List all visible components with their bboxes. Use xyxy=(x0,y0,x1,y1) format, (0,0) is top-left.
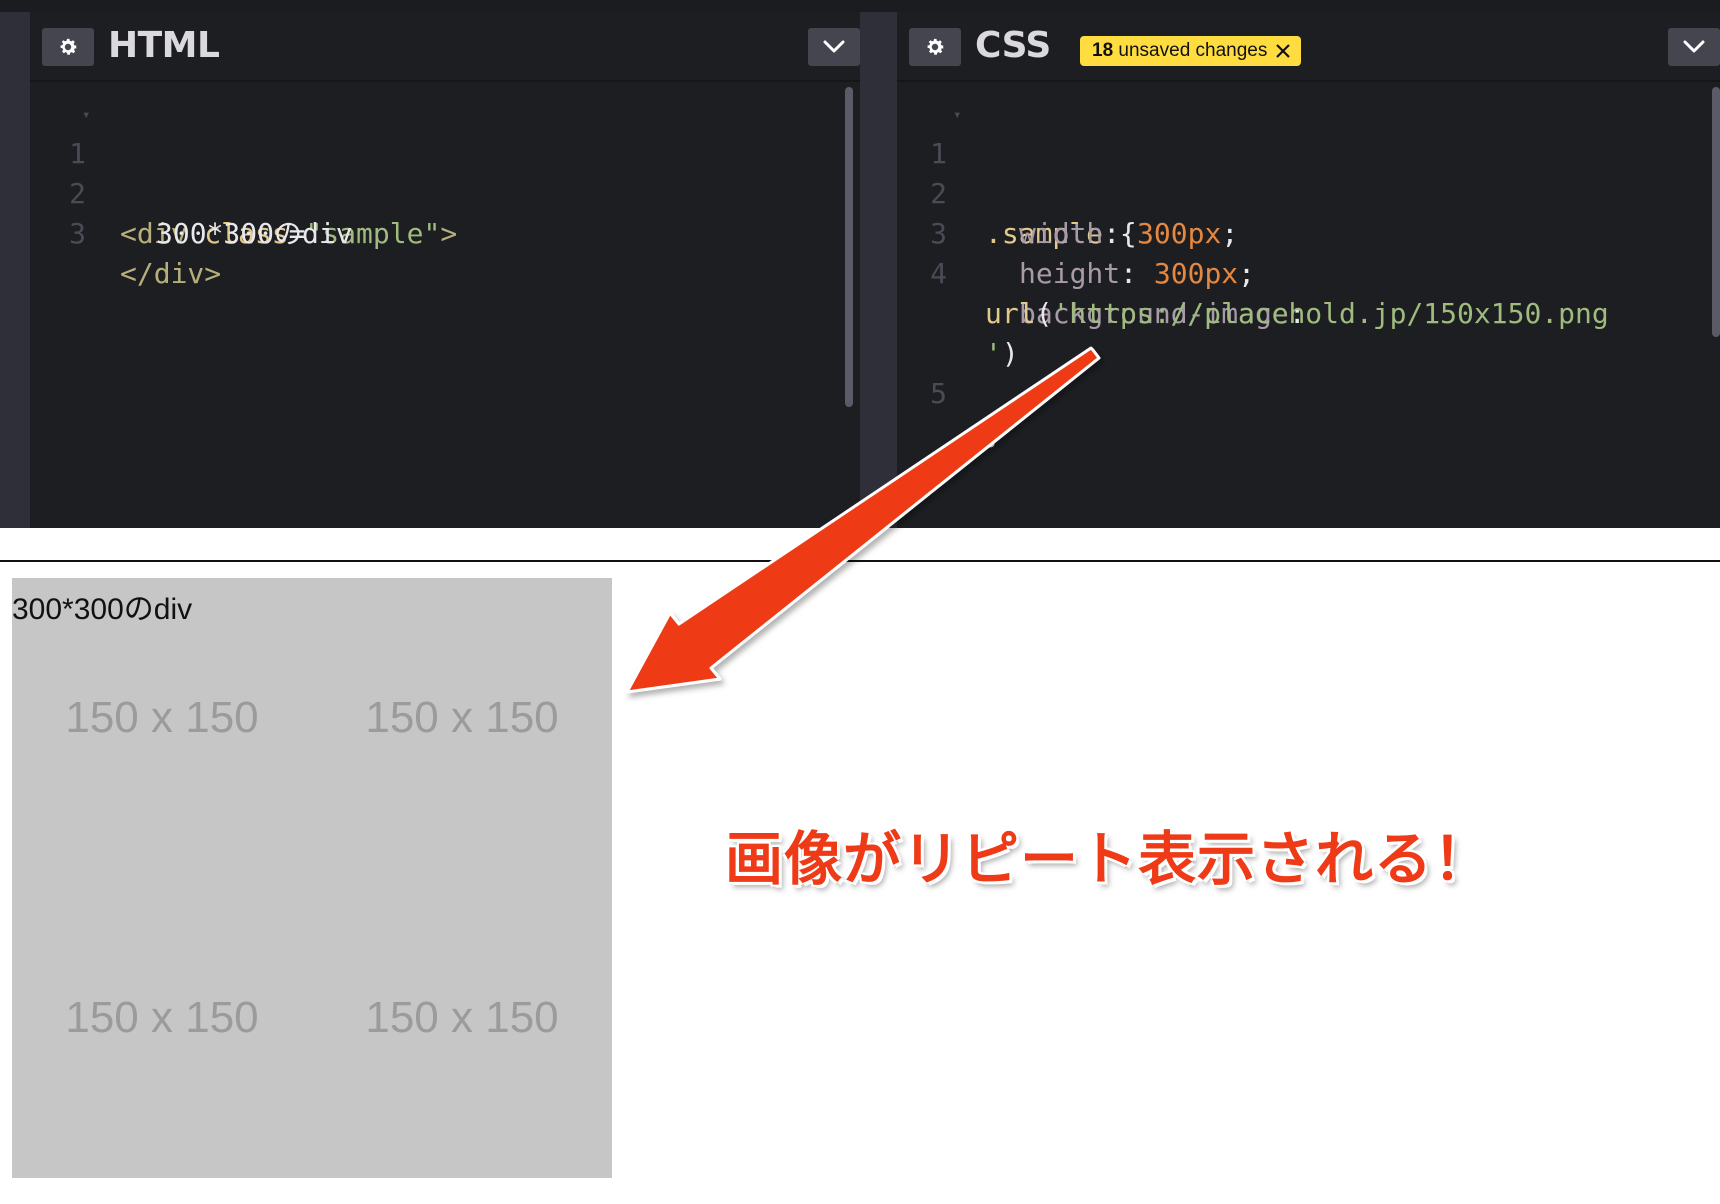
code-token: width xyxy=(1019,217,1104,250)
fold-arrow-icon[interactable]: ▾ xyxy=(953,95,961,135)
html-panel-title: HTML xyxy=(108,25,220,66)
css-collapse-button[interactable] xyxy=(1668,28,1720,66)
code-token: 'https://placehold.jp/150x150.png xyxy=(1052,297,1609,330)
code-token: : xyxy=(1103,217,1138,250)
gear-icon xyxy=(60,38,77,55)
code-token: height xyxy=(1019,257,1121,290)
code-token: ; xyxy=(1238,257,1256,290)
code-token: : xyxy=(1120,257,1154,290)
sample-div-text: 300*300のdiv xyxy=(12,593,193,626)
editor-top-strip xyxy=(0,0,1720,12)
code-token: ( xyxy=(1035,297,1053,330)
html-panel-header: HTML xyxy=(30,12,860,82)
code-line: 3 </div> xyxy=(30,174,221,290)
code-token: 300px xyxy=(1153,257,1239,290)
css-panel-header: CSS 18 unsaved changes xyxy=(897,12,1720,82)
code-line: 2 width: 300px; xyxy=(897,134,1238,250)
code-line: 1 ▾ <div class="sample"> xyxy=(30,94,457,250)
css-editor-panel: CSS 18 unsaved changes 1 ▾ .sample { 2 w… xyxy=(897,12,1720,528)
unsaved-label: unsaved changes xyxy=(1118,40,1268,61)
chevron-down-icon xyxy=(823,40,845,53)
css-scrollbar[interactable] xyxy=(1712,87,1720,337)
code-token: ; xyxy=(1221,217,1239,250)
css-code-editor[interactable]: 1 ▾ .sample { 2 width: 300px; 3 height: … xyxy=(897,84,1720,528)
code-line: ') xyxy=(897,294,1019,370)
code-token: > xyxy=(440,217,458,250)
code-token: ) xyxy=(1001,337,1019,370)
html-code-editor[interactable]: 1 ▾ <div class="sample"> 2 300*300のdiv 3… xyxy=(30,84,860,528)
code-line: 4 background-image: xyxy=(897,214,1305,330)
code-line: 5 } xyxy=(897,334,1002,450)
code-token: } xyxy=(985,417,1002,450)
html-scrollbar[interactable] xyxy=(845,87,853,407)
chevron-down-icon xyxy=(1683,40,1705,53)
gear-icon xyxy=(927,38,944,55)
code-line: 3 height: 300px; xyxy=(897,174,1255,290)
tile-label: 150 x 150 xyxy=(65,993,259,1042)
css-settings-button[interactable] xyxy=(909,28,961,66)
code-line: 1 ▾ .sample { xyxy=(897,94,1137,250)
sample-div: 150 x 150 150 x 150 150 x 150 150 x 150 … xyxy=(12,578,612,1178)
css-panel-title: CSS xyxy=(975,25,1051,66)
fold-arrow-icon[interactable]: ▾ xyxy=(82,95,90,135)
close-icon[interactable] xyxy=(1275,43,1291,59)
unsaved-count: 18 xyxy=(1092,40,1114,61)
code-token: </div> xyxy=(120,257,222,290)
annotation-callout: 画像がリピート表示される！ xyxy=(725,825,1493,893)
tile-label: 150 x 150 xyxy=(365,993,559,1042)
html-settings-button[interactable] xyxy=(42,28,94,66)
line-number: 3 xyxy=(69,217,86,250)
html-collapse-button[interactable] xyxy=(808,28,860,66)
code-line: url('https://placehold.jp/150x150.png xyxy=(897,254,1609,330)
line-number: 5 xyxy=(930,377,947,410)
code-token: 300px xyxy=(1137,217,1222,250)
tile-label: 150 x 150 xyxy=(365,693,559,742)
code-line: 2 300*300のdiv xyxy=(30,134,352,250)
html-editor-panel: HTML 1 ▾ <div class="sample"> 2 300*300の… xyxy=(30,12,860,528)
tile-label: 150 x 150 xyxy=(65,693,259,742)
code-token: 300*300のdiv xyxy=(156,217,353,250)
unsaved-changes-badge[interactable]: 18 unsaved changes xyxy=(1080,36,1302,66)
